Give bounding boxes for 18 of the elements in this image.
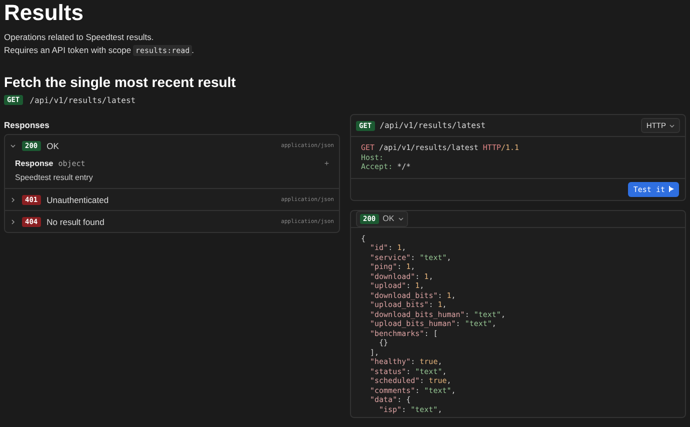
- expand-button[interactable]: +: [324, 159, 329, 168]
- description-text: Operations related to Speedtest results.: [4, 31, 155, 44]
- chevron-right-icon: [10, 218, 16, 224]
- play-icon: [668, 186, 674, 192]
- response-label: No result found: [46, 216, 104, 226]
- chevron-down-icon: [10, 142, 16, 148]
- endpoint-path: /api/v1/results/latest: [30, 96, 136, 104]
- chevron-down-icon: [398, 216, 404, 222]
- chevron-right-icon: [10, 196, 16, 202]
- response-label: Unauthenticated: [46, 194, 109, 204]
- responses-heading: Responses: [4, 120, 50, 130]
- response-description: Speedtest result entry: [15, 173, 94, 182]
- schema-label: Response: [15, 159, 54, 168]
- page-title: Results: [4, 0, 84, 26]
- chevron-down-icon: [669, 122, 675, 128]
- response-label: OK: [46, 140, 59, 150]
- operation-title: Fetch the single most recent result: [4, 73, 237, 91]
- endpoint-path: /api/v1/results/latest: [380, 121, 486, 130]
